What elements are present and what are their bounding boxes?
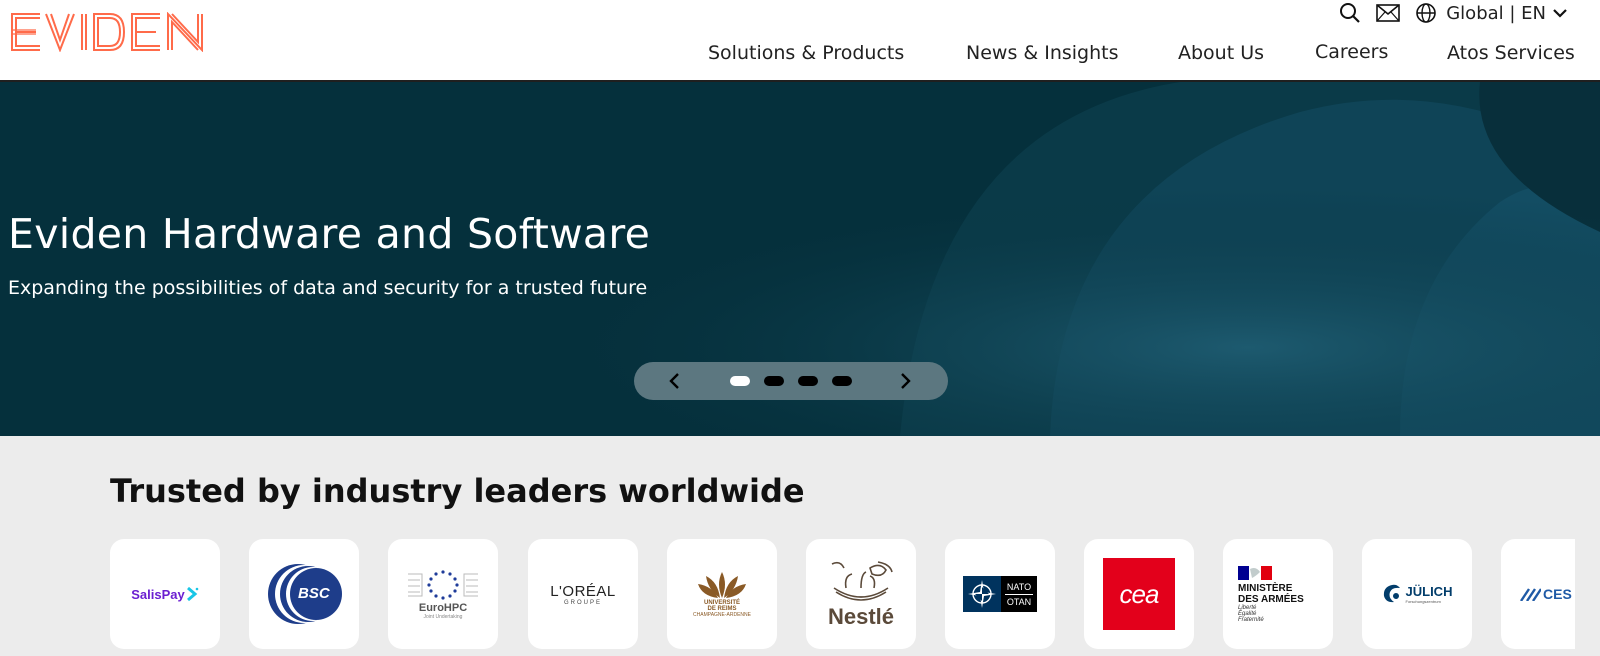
marianne-flag-icon <box>1238 565 1272 580</box>
eurohpc-logo-subtext: Joint Undertaking <box>423 614 463 620</box>
salispay-arrow-icon <box>186 586 199 602</box>
nestle-logo-text: Nestlé <box>827 604 895 629</box>
nav-news-insights[interactable]: News & Insights <box>966 42 1119 64</box>
nav-about-us[interactable]: About Us <box>1178 42 1264 64</box>
nav-careers[interactable]: Careers <box>1315 41 1388 63</box>
loreal-logo-text: L'ORÉAL <box>550 582 616 600</box>
logo-card-universite-reims[interactable]: UNIVERSITÉ DE REIMS CHAMPAGNE-ARDENNE <box>667 539 777 649</box>
logo-card-cea[interactable]: cea <box>1084 539 1194 649</box>
logo-card-loreal[interactable]: L'ORÉAL GROUPE <box>528 539 638 649</box>
chevron-down-icon[interactable] <box>1552 4 1570 22</box>
salispay-logo-text: SalisPay <box>131 586 185 602</box>
logo-card-eurohpc[interactable]: EuroHPC Joint Undertaking <box>388 539 498 649</box>
chevron-left-icon <box>669 373 679 389</box>
cea-logo-text: cea <box>1119 578 1160 609</box>
nestle-nest-icon <box>831 561 893 601</box>
globe-icon[interactable] <box>1414 1 1438 25</box>
hero-subtitle: Expanding the possibilities of data and … <box>8 277 648 299</box>
logo-card-ministere-armees[interactable]: MINISTÈRE DES ARMÉES Liberté Égalité Fra… <box>1223 539 1333 649</box>
trusted-section: Trusted by industry leaders worldwide Sa… <box>0 436 1600 656</box>
nato-logo-subtext: OTAN <box>1006 596 1032 607</box>
logo-strip: SalisPay BSC EuroHPC Joint Undertaking L… <box>110 539 1575 656</box>
julich-logo-text: JÜLICH <box>1405 584 1453 599</box>
chevron-right-icon <box>901 373 911 389</box>
bsc-logo: BSC <box>264 562 344 626</box>
julich-swirl-icon <box>1383 584 1400 603</box>
nav-solutions-products[interactable]: Solutions & Products <box>708 42 904 64</box>
loreal-logo-subtext: GROUPE <box>563 599 602 606</box>
carousel-dot-1[interactable] <box>730 376 750 386</box>
ministere-logo-text: MINISTÈRE <box>1238 582 1293 594</box>
logo-card-cesga[interactable]: CES <box>1501 539 1575 649</box>
hero-title: Eviden Hardware and Software <box>8 210 651 258</box>
nato-logo-text: NATO <box>1006 581 1032 592</box>
carousel-prev-button[interactable] <box>656 362 694 400</box>
logo-card-nato[interactable]: NATO OTAN <box>945 539 1055 649</box>
eurohpc-logo-text: EuroHPC <box>418 602 468 614</box>
ministere-motto-fraternite: Fraternité <box>1238 616 1264 623</box>
ministere-logo-subtext: DES ARMÉES <box>1238 593 1304 605</box>
nato-logo: NATO OTAN <box>963 576 1037 612</box>
julich-logo-subtext: Forschungszentrum <box>1405 599 1441 604</box>
carousel-dot-3[interactable] <box>798 376 818 386</box>
mail-icon[interactable] <box>1376 1 1401 25</box>
main-nav: Solutions & Products News & Insights Abo… <box>0 41 1600 72</box>
logo-card-salispay[interactable]: SalisPay <box>110 539 220 649</box>
bsc-logo-text: BSC <box>298 585 330 602</box>
ministere-logo: MINISTÈRE DES ARMÉES Liberté Égalité Fra… <box>1238 565 1318 623</box>
logo-card-bsc[interactable]: BSC <box>249 539 359 649</box>
language-selector[interactable]: Global | EN <box>1446 3 1546 24</box>
utility-bar: Global | EN <box>1338 0 1600 26</box>
search-icon[interactable] <box>1338 1 1362 25</box>
carousel-dot-4[interactable] <box>832 376 852 386</box>
cesga-logo-text: CES <box>1543 586 1572 602</box>
carousel-controls <box>634 362 948 400</box>
cea-logo: cea <box>1103 558 1175 630</box>
cesga-stripes-icon <box>1520 588 1541 601</box>
site-header: Global | EN Solutions & Products News & … <box>0 0 1600 82</box>
nav-atos-services[interactable]: Atos Services <box>1447 42 1575 64</box>
carousel-dot-2[interactable] <box>764 376 784 386</box>
reims-logo-subtext-2: CHAMPAGNE-ARDENNE <box>693 612 751 618</box>
reims-lotus-icon <box>698 572 746 598</box>
hero-banner: Eviden Hardware and Software Expanding t… <box>0 82 1600 436</box>
eurohpc-stars-icon <box>408 570 478 600</box>
trusted-title: Trusted by industry leaders worldwide <box>110 472 805 510</box>
carousel-next-button[interactable] <box>886 362 924 400</box>
logo-card-julich[interactable]: JÜLICH Forschungszentrum <box>1362 539 1472 649</box>
logo-card-nestle[interactable]: Nestlé <box>806 539 916 649</box>
nato-star-icon <box>968 580 996 608</box>
